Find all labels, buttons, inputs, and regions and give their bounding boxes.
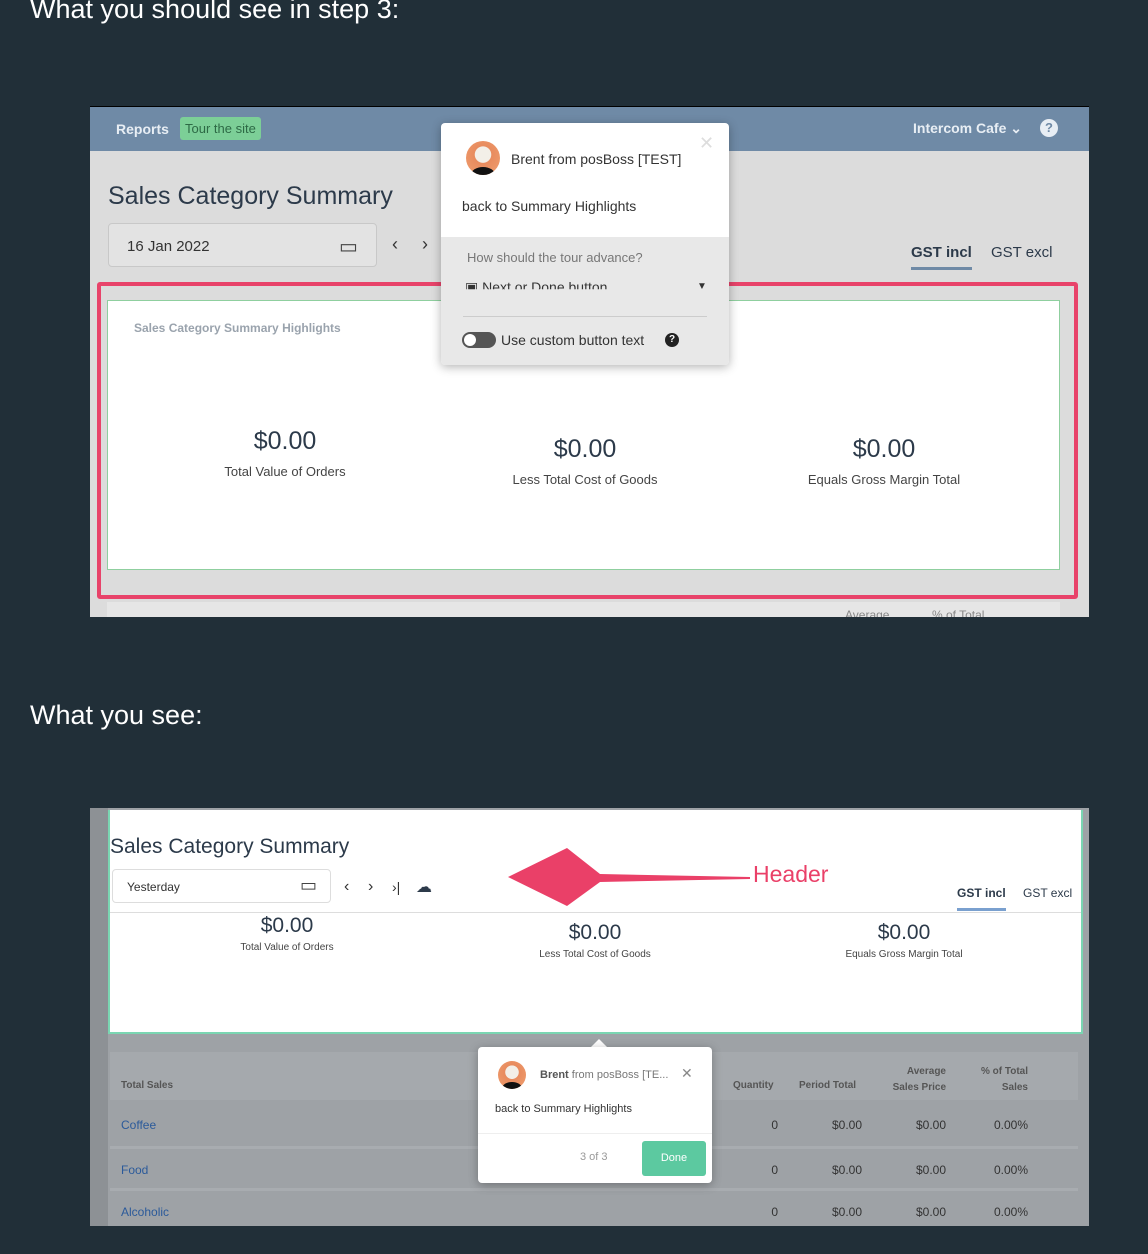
divider (478, 1133, 712, 1134)
metric-value: $0.00 (568, 921, 622, 944)
custom-text-label: Use custom button text (501, 332, 645, 348)
col-percent: % of Total Sales (980, 1066, 1028, 1093)
table-partial: Average % of Total (107, 602, 1060, 617)
category-link[interactable]: Food (121, 1163, 148, 1177)
category-link[interactable]: Alcoholic (121, 1205, 169, 1219)
company-name: Intercom Cafe (913, 120, 1007, 136)
tab-gst-incl[interactable]: GST incl (911, 244, 972, 270)
percent: 0.00% (993, 1163, 1028, 1177)
author-rest: from posBoss [TE... (568, 1069, 669, 1081)
cloud-download-icon[interactable]: ☁ (416, 877, 432, 897)
popup-author: Brent from posBoss [TEST] (511, 151, 682, 167)
metric-value: $0.00 (877, 921, 931, 944)
chevron-left-icon[interactable]: ‹ (392, 234, 398, 255)
caret-down-icon: ▼ (697, 281, 707, 292)
period-total: $0.00 (831, 1118, 862, 1132)
actual-screenshot: Sales Category Summary Yesterday ▭ ‹ › ›… (90, 808, 1089, 1226)
popup-message: back to Summary Highlights (462, 198, 637, 214)
header-annotation: Header (753, 861, 829, 887)
close-icon[interactable]: ✕ (699, 133, 714, 154)
question-circle-icon[interactable]: ? (1040, 119, 1058, 137)
step-counter: 3 of 3 (580, 1151, 608, 1163)
tour-popup: Brent from posBoss [TE... ✕ back to Summ… (478, 1047, 712, 1183)
advance-value: Next or Done button (482, 279, 608, 295)
tour-button[interactable]: Tour the site (180, 117, 261, 140)
table-row: Alcoholic 0 $0.00 $0.00 0.00% (110, 1188, 1078, 1226)
avatar (466, 141, 500, 175)
col-quantity: Quantity (733, 1080, 774, 1091)
left-edge (90, 808, 108, 1226)
calendar-icon: ▭ (300, 875, 318, 895)
metric-total-orders: $0.00 Total Value of Orders (137, 914, 437, 953)
avg-price: $0.00 (915, 1205, 946, 1219)
reports-link[interactable]: Reports (116, 121, 169, 137)
advance-label: How should the tour advance? (467, 250, 643, 265)
col-avg-price: Average Sales Price (892, 1066, 946, 1093)
period-total: $0.00 (831, 1205, 862, 1219)
company-dropdown[interactable]: Intercom Cafe ⌄ (913, 120, 1022, 137)
chevron-left-icon[interactable]: ‹ (344, 878, 349, 896)
calendar-icon: ▭ (339, 236, 358, 258)
category-link[interactable]: Coffee (121, 1118, 156, 1132)
date-picker[interactable]: 16 Jan 2022 ▭ (108, 223, 377, 267)
metric-label: Total Value of Orders (240, 942, 334, 953)
avg-price: $0.00 (915, 1118, 946, 1132)
heading-what-you-see: What you see: (30, 700, 203, 730)
quantity: 0 (771, 1163, 778, 1177)
chevron-right-icon[interactable]: › (422, 234, 428, 255)
header-percent: % of Total (932, 608, 985, 617)
tab-gst-incl[interactable]: GST incl (957, 886, 1006, 911)
popup-author: Brent from posBoss [TE... (540, 1069, 668, 1081)
divider (463, 316, 707, 317)
close-icon[interactable]: ✕ (681, 1065, 693, 1082)
done-button[interactable]: Done (642, 1141, 706, 1176)
author-name: Brent (540, 1069, 569, 1081)
avg-price: $0.00 (915, 1163, 946, 1177)
popup-message: back to Summary Highlights (495, 1103, 632, 1115)
tab-gst-excl[interactable]: GST excl (1023, 886, 1072, 900)
heading-step3: What you should see in step 3: (30, 0, 400, 24)
metric-label: Less Total Cost of Goods (539, 949, 651, 960)
quantity: 0 (771, 1118, 778, 1132)
header-average: Average (845, 608, 890, 617)
advance-select[interactable]: ▣ Next or Done button (465, 279, 608, 295)
metric-cost-goods: $0.00 Less Total Cost of Goods (445, 921, 745, 960)
expected-screenshot: Reports Tour the site Intercom Cafe ⌄ ? … (90, 106, 1089, 617)
tab-gst-excl[interactable]: GST excl (991, 244, 1052, 261)
period-total: $0.00 (831, 1163, 862, 1177)
col-total-sales: Total Sales (121, 1080, 174, 1091)
metric-value: $0.00 (260, 914, 314, 937)
custom-text-toggle[interactable] (462, 332, 496, 348)
percent: 0.00% (993, 1205, 1028, 1219)
date-value: Yesterday (127, 880, 180, 894)
metric-gross-margin: $0.00 Equals Gross Margin Total (754, 921, 1054, 960)
help-icon[interactable]: ? (665, 333, 679, 347)
percent: 0.00% (993, 1118, 1028, 1132)
skip-end-icon[interactable]: ›| (392, 879, 400, 895)
page-title: Sales Category Summary (108, 182, 393, 210)
page-title: Sales Category Summary (110, 835, 350, 858)
advance-panel: How should the tour advance? ▣ Next or D… (441, 237, 729, 365)
metric-label: Equals Gross Margin Total (845, 949, 963, 960)
date-picker[interactable]: Yesterday ▭ (112, 869, 331, 903)
date-value: 16 Jan 2022 (127, 238, 210, 255)
chevron-right-icon[interactable]: › (368, 878, 373, 896)
avatar (498, 1061, 526, 1089)
tour-popup-editor: Brent from posBoss [TEST] ✕ back to Summ… (441, 123, 729, 365)
divider (110, 912, 1081, 913)
arrow-annotation (508, 848, 750, 906)
col-period-total: Period Total (799, 1080, 857, 1091)
quantity: 0 (771, 1205, 778, 1219)
